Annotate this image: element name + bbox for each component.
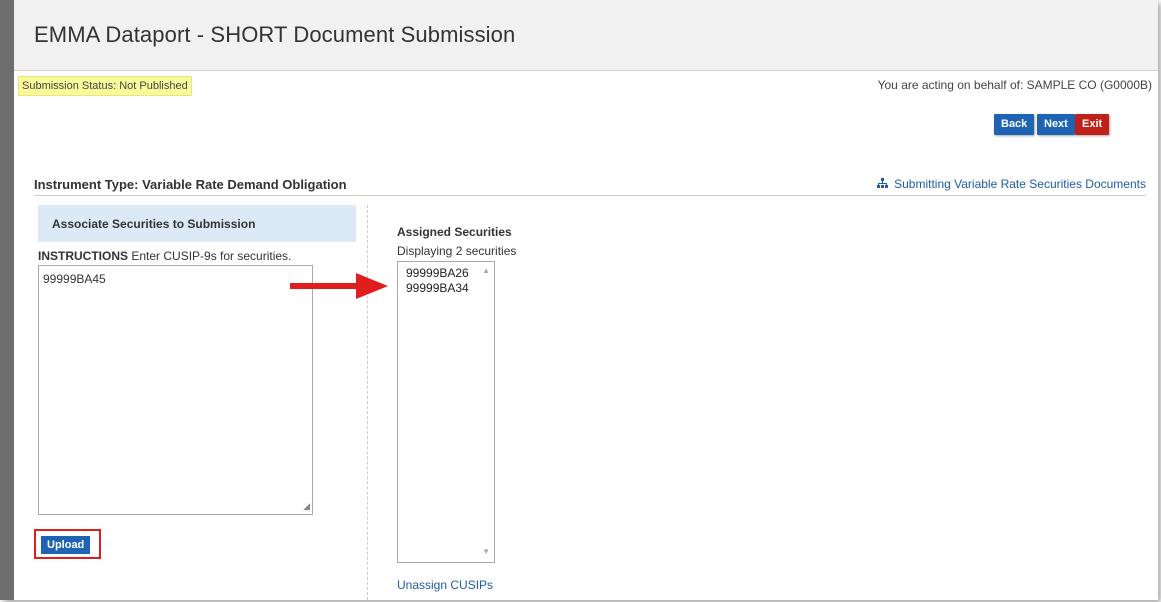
back-button[interactable]: Back bbox=[994, 114, 1035, 135]
submission-status-badge: Submission Status: Not Published bbox=[18, 76, 192, 96]
instructions-text: INSTRUCTIONS Enter CUSIP-9s for securiti… bbox=[38, 249, 291, 263]
column-separator bbox=[367, 205, 368, 600]
scroll-down-icon[interactable]: ▼ bbox=[482, 547, 490, 556]
list-item[interactable]: 99999BA34 bbox=[406, 281, 469, 295]
sitemap-icon bbox=[877, 178, 891, 191]
submitting-docs-link-text[interactable]: Submitting Variable Rate Securities Docu… bbox=[894, 177, 1146, 191]
upload-button[interactable]: Upload bbox=[41, 536, 91, 554]
upload-highlight-box: Upload bbox=[34, 529, 101, 559]
submitting-docs-link[interactable]: Submitting Variable Rate Securities Docu… bbox=[877, 177, 1146, 191]
red-arrow-icon bbox=[290, 273, 388, 299]
list-item[interactable]: 99999BA26 bbox=[406, 266, 469, 280]
instructions-body: Enter CUSIP-9s for securities. bbox=[131, 249, 292, 263]
acting-on-behalf-text: You are acting on behalf of: SAMPLE CO (… bbox=[877, 78, 1152, 92]
resize-grip-icon[interactable]: ◢ bbox=[303, 501, 310, 512]
instrument-type-label: Instrument Type: Variable Rate Demand Ob… bbox=[34, 177, 347, 192]
scroll-up-icon[interactable]: ▲ bbox=[482, 266, 490, 275]
unassign-cusips-link[interactable]: Unassign CUSIPs bbox=[397, 578, 493, 592]
page-header: EMMA Dataport - SHORT Document Submissio… bbox=[14, 0, 1158, 71]
instructions-label: INSTRUCTIONS bbox=[38, 249, 128, 263]
exit-button[interactable]: Exit bbox=[1075, 114, 1110, 135]
divider bbox=[34, 195, 1146, 196]
cusip-textarea[interactable]: 99999BA45 ◢ bbox=[38, 265, 313, 515]
assigned-securities-title: Assigned Securities bbox=[397, 225, 512, 239]
assigned-securities-list[interactable]: 99999BA26 99999BA34 ▲ ▼ bbox=[397, 261, 495, 563]
next-button[interactable]: Next bbox=[1037, 114, 1075, 135]
page-frame: EMMA Dataport - SHORT Document Submissio… bbox=[0, 0, 1158, 600]
cusip-textarea-value: 99999BA45 bbox=[43, 272, 106, 286]
associate-section-header: Associate Securities to Submission bbox=[38, 205, 356, 242]
page-title: EMMA Dataport - SHORT Document Submissio… bbox=[34, 22, 516, 47]
assigned-securities-count: Displaying 2 securities bbox=[397, 244, 517, 258]
associate-heading: Associate Securities to Submission bbox=[52, 217, 256, 231]
